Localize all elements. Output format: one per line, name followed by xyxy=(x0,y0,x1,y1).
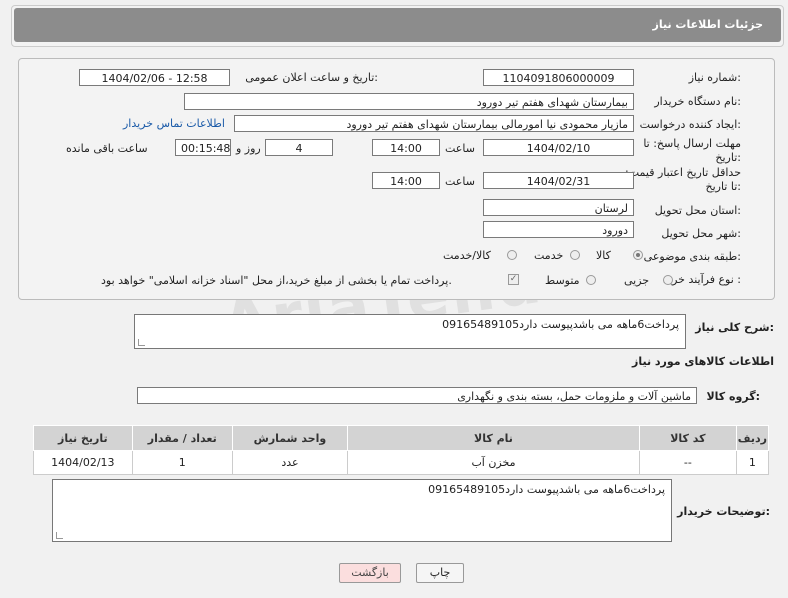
cell-unit: عدد xyxy=(231,450,349,475)
province-field: لرستان xyxy=(483,199,634,216)
process-radio-minor[interactable] xyxy=(663,275,673,285)
price-time-label: ساعت xyxy=(445,175,475,188)
category-option-goods-service: کالا/خدمت xyxy=(443,249,491,262)
category-radio-goods-service[interactable] xyxy=(507,250,517,260)
col-need-date: تاریخ نیاز xyxy=(33,425,133,451)
category-radio-service[interactable] xyxy=(570,250,580,260)
goods-group-field: ماشین آلات و ملزومات حمل، بسته بندی و نگ… xyxy=(137,387,697,404)
buyer-org-field: بیمارستان شهدای هفتم تیر دورود xyxy=(184,93,634,110)
print-button[interactable]: چاپ xyxy=(416,563,464,583)
category-radio-goods[interactable] xyxy=(633,250,643,260)
header-panel: جزئیات اطلاعات نیاز xyxy=(11,5,784,47)
treasury-checkbox[interactable]: ✓ xyxy=(508,274,519,285)
price-date-field: 1404/02/31 xyxy=(483,172,634,189)
table-row: 1 -- مخزن آب عدد 1 1404/02/13 xyxy=(33,450,770,475)
city-label: شهر محل تحویل: xyxy=(661,227,741,240)
resize-handle-icon[interactable] xyxy=(138,339,145,346)
description-label: شرح کلی نیاز: xyxy=(695,321,774,334)
col-unit: واحد شمارش xyxy=(231,425,349,451)
buyer-notes-textarea[interactable]: پرداخت6ماهه می باشدپیوست دارد09165489105 xyxy=(52,479,672,542)
buyer-notes-text: پرداخت6ماهه می باشدپیوست دارد09165489105 xyxy=(428,483,665,496)
page-title: جزئیات اطلاعات نیاز xyxy=(14,8,781,42)
goods-section-title: اطلاعات کالاهای مورد نیاز xyxy=(632,355,774,368)
creator-label: ایجاد کننده درخواست: xyxy=(639,118,741,131)
cell-need-date: 1404/02/13 xyxy=(33,450,133,475)
cell-goods-code: -- xyxy=(638,450,737,475)
col-goods-code: کد کالا xyxy=(638,425,737,451)
goods-group-label: گروه کالا: xyxy=(706,390,760,403)
reply-time-field: 14:00 xyxy=(372,139,440,156)
announce-label: تاریخ و ساعت اعلان عمومی: xyxy=(245,71,378,84)
category-label: طبقه بندی موضوعی: xyxy=(643,250,741,263)
buyer-org-label: نام دستگاه خریدار: xyxy=(654,95,741,108)
description-text: پرداخت6ماهه می باشدپیوست دارد09165489105 xyxy=(442,318,679,331)
buyer-notes-label: توضیحات خریدار: xyxy=(677,505,770,518)
category-option-goods: کالا xyxy=(596,249,611,262)
category-option-service: خدمت xyxy=(534,249,564,262)
process-label: نوع فرآیند خرید : xyxy=(663,273,741,286)
col-row-number: ردیف xyxy=(735,425,770,451)
need-number-field: 1104091806000009 xyxy=(483,69,634,86)
goods-table-header: ردیف کد کالا نام کالا واحد شمارش تعداد /… xyxy=(33,425,770,451)
announce-field: 1404/02/06 - 12:58 xyxy=(79,69,230,86)
goods-table: ردیف کد کالا نام کالا واحد شمارش تعداد /… xyxy=(33,425,770,475)
contact-buyer-link[interactable]: اطلاعات تماس خریدار xyxy=(123,117,225,130)
process-radio-medium[interactable] xyxy=(586,275,596,285)
reply-date-field: 1404/02/10 xyxy=(483,139,634,156)
process-option-medium: متوسط xyxy=(545,274,580,287)
reply-time-label: ساعت xyxy=(445,142,475,155)
process-option-minor: جزیی xyxy=(624,274,650,287)
need-number-label: شماره نیاز: xyxy=(688,71,741,84)
price-deadline-label: حداقل تاریخ اعتبار قیمت: تا تاریخ: xyxy=(625,166,741,193)
remaining-time-label: ساعت باقی مانده xyxy=(66,142,148,155)
creator-field: مازیار محمودی نیا امورمالی بیمارستان شهد… xyxy=(234,115,634,132)
days-field: 4 xyxy=(265,139,333,156)
col-quantity: تعداد / مقدار xyxy=(131,425,233,451)
cell-goods-name: مخزن آب xyxy=(347,450,640,475)
resize-handle-icon[interactable] xyxy=(56,532,63,539)
back-button[interactable]: بازگشت xyxy=(339,563,401,583)
remaining-time-field: 00:15:48 xyxy=(175,139,231,156)
cell-quantity: 1 xyxy=(131,450,233,475)
reply-deadline-label: مهلت ارسال پاسخ: تا تاریخ: xyxy=(643,137,741,164)
city-field: دورود xyxy=(483,221,634,238)
treasury-note: پرداخت تمام یا بخشی از مبلغ خرید،از محل … xyxy=(101,274,452,287)
price-time-field: 14:00 xyxy=(372,172,440,189)
days-label: روز و xyxy=(236,142,261,155)
province-label: استان محل تحویل: xyxy=(654,204,741,217)
description-textarea[interactable]: پرداخت6ماهه می باشدپیوست دارد09165489105 xyxy=(134,314,686,349)
col-goods-name: نام کالا xyxy=(347,425,640,451)
cell-row-number: 1 xyxy=(735,450,770,475)
